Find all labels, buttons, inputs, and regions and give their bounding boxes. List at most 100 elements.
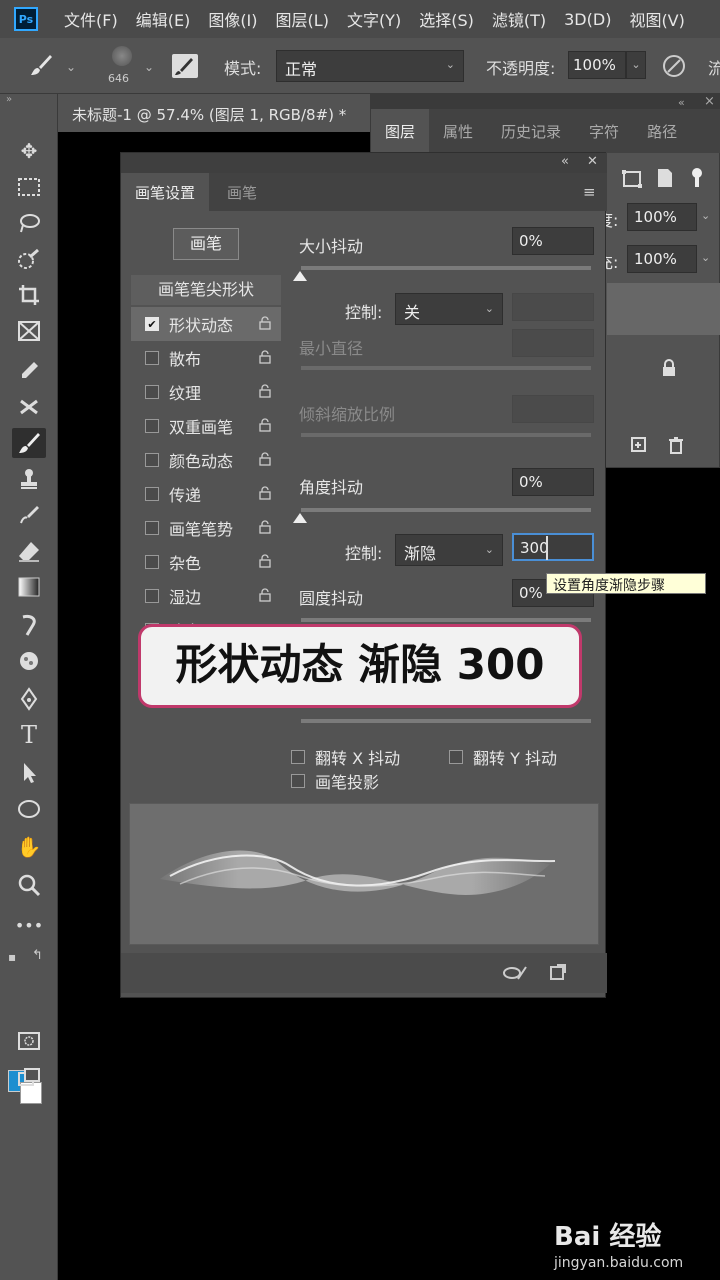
tab-layers[interactable]: 图层 <box>371 109 430 153</box>
document-tab[interactable]: 未标题-1 @ 57.4% (图层 1, RGB/8#) * <box>58 94 370 132</box>
quick-mask-icon[interactable] <box>12 1026 46 1056</box>
checkbox-icon[interactable] <box>145 521 159 535</box>
checkbox-icon[interactable] <box>145 385 159 399</box>
opacity-input[interactable]: 100% <box>568 51 626 79</box>
mode-select[interactable]: 正常 ⌄ <box>276 50 464 82</box>
layer-opacity-input[interactable]: 100% <box>627 203 697 231</box>
flip-x-jitter-checkbox[interactable]: 翻转 X 抖动 <box>291 745 400 769</box>
path-select-tool-icon[interactable] <box>12 758 46 788</box>
unlock-icon[interactable] <box>259 520 271 534</box>
angle-control-select[interactable]: 渐隐 ⌄ <box>395 534 503 566</box>
tab-brushes[interactable]: 画笔 <box>213 173 271 211</box>
ellipse-tool-icon[interactable] <box>12 794 46 824</box>
angle-jitter-slider-thumb[interactable] <box>293 513 307 523</box>
menu-image[interactable]: 图像(I) <box>208 7 257 31</box>
new-layer-icon[interactable] <box>629 435 647 455</box>
eraser-tool-icon[interactable] <box>12 536 46 566</box>
type-tool-icon[interactable]: T <box>12 720 46 750</box>
swap-colors-icon[interactable]: ↰ <box>32 948 43 963</box>
angle-fade-steps-input[interactable]: 300 <box>512 533 594 561</box>
checkbox-checked-icon[interactable]: ✔ <box>145 317 159 331</box>
zoom-tool-icon[interactable] <box>12 870 46 900</box>
screen-mode-icon[interactable] <box>12 1062 46 1092</box>
new-doc-icon[interactable] <box>655 167 675 189</box>
tab-brush-settings[interactable]: 画笔设置 <box>121 173 210 211</box>
close-icon[interactable]: ✕ <box>587 154 598 169</box>
dodge-tool-icon[interactable] <box>12 646 46 676</box>
option-wet-edges[interactable]: 湿边 <box>131 579 281 613</box>
tab-paths[interactable]: 路径 <box>633 109 691 153</box>
quick-select-tool-icon[interactable] <box>12 244 46 274</box>
chevron-down-icon[interactable]: ⌄ <box>701 251 710 264</box>
menu-file[interactable]: 文件(F) <box>64 7 118 31</box>
unlock-icon[interactable] <box>259 316 271 330</box>
menu-select[interactable]: 选择(S) <box>419 7 474 31</box>
tab-character[interactable]: 字符 <box>575 109 633 153</box>
default-colors-icon[interactable]: ▪ <box>8 950 16 964</box>
blur-tool-icon[interactable] <box>12 610 46 640</box>
move-tool-icon[interactable]: ✥ <box>12 136 46 166</box>
unlock-icon[interactable] <box>259 588 271 602</box>
panel-menu-icon[interactable]: ≡ <box>583 183 596 201</box>
collapse-icon[interactable]: « <box>561 154 569 169</box>
airbrush-pressure-icon[interactable] <box>660 52 688 80</box>
unlock-icon[interactable] <box>259 486 271 500</box>
checkbox-icon[interactable] <box>291 750 305 764</box>
checkbox-icon[interactable] <box>145 487 159 501</box>
menu-type[interactable]: 文字(Y) <box>347 7 401 31</box>
brush-presets-button[interactable]: 画笔 <box>173 228 239 260</box>
more-tools-icon[interactable]: ••• <box>12 910 46 940</box>
brush-tool-active-icon[interactable] <box>12 428 46 458</box>
brush-preset-chevron-icon[interactable]: ⌄ <box>66 60 76 74</box>
checkbox-icon[interactable] <box>145 555 159 569</box>
size-jitter-input[interactable]: 0% <box>512 227 594 255</box>
stamp-tool-icon[interactable] <box>12 464 46 494</box>
angle-jitter-input[interactable]: 0% <box>512 468 594 496</box>
healing-tool-icon[interactable] <box>12 392 46 422</box>
size-jitter-slider[interactable] <box>301 266 591 270</box>
option-transfer[interactable]: 传递 <box>131 477 281 511</box>
checkbox-icon[interactable] <box>449 750 463 764</box>
collapse-icon[interactable]: » <box>6 94 12 105</box>
gradient-tool-icon[interactable] <box>12 572 46 602</box>
panel-close-icon[interactable]: × <box>704 94 715 109</box>
option-dual-brush[interactable]: 双重画笔 <box>131 409 281 443</box>
menu-3d[interactable]: 3D(D) <box>564 10 611 29</box>
checkbox-icon[interactable] <box>145 453 159 467</box>
toggle-hard-bristle-icon[interactable] <box>501 963 529 983</box>
hand-tool-icon[interactable]: ✋ <box>12 832 46 862</box>
history-brush-tool-icon[interactable] <box>12 500 46 530</box>
crop-tool-icon[interactable] <box>12 280 46 310</box>
unlock-icon[interactable] <box>259 554 271 568</box>
option-scattering[interactable]: 散布 <box>131 341 281 375</box>
brush-projection-checkbox[interactable]: 画笔投影 <box>291 769 379 793</box>
chevron-down-icon[interactable]: ⌄ <box>701 209 710 222</box>
option-texture[interactable]: 纹理 <box>131 375 281 409</box>
unlock-icon[interactable] <box>259 384 271 398</box>
frame-tool-icon[interactable] <box>12 316 46 346</box>
create-new-brush-icon[interactable] <box>549 963 567 981</box>
menu-view[interactable]: 视图(V) <box>629 7 684 31</box>
tab-history[interactable]: 历史记录 <box>487 109 575 153</box>
size-control-select[interactable]: 关 ⌄ <box>395 293 503 325</box>
unlock-icon[interactable] <box>259 452 271 466</box>
angle-jitter-slider[interactable] <box>301 508 591 512</box>
roundness-jitter-slider[interactable] <box>301 618 591 622</box>
trash-icon[interactable] <box>667 435 685 455</box>
brush-size-chevron-icon[interactable]: ⌄ <box>144 60 154 74</box>
transform-icon[interactable] <box>621 169 643 189</box>
option-shape-dynamics[interactable]: ✔ 形状动态 <box>131 307 281 341</box>
option-noise[interactable]: 杂色 <box>131 545 281 579</box>
checkbox-icon[interactable] <box>291 774 305 788</box>
marquee-tool-icon[interactable] <box>12 172 46 202</box>
unlock-icon[interactable] <box>259 350 271 364</box>
layer-fill-input[interactable]: 100% <box>627 245 697 273</box>
size-jitter-slider-thumb[interactable] <box>293 271 307 281</box>
checkbox-icon[interactable] <box>145 351 159 365</box>
menu-edit[interactable]: 编辑(E) <box>136 7 191 31</box>
brush-panel-toggle-button[interactable] <box>172 54 198 78</box>
brush-tool-icon[interactable] <box>28 52 54 78</box>
flip-y-jitter-checkbox[interactable]: 翻转 Y 抖动 <box>449 745 557 769</box>
brush-tip-shape-item[interactable]: 画笔笔尖形状 <box>131 275 281 305</box>
lasso-tool-icon[interactable] <box>12 208 46 238</box>
